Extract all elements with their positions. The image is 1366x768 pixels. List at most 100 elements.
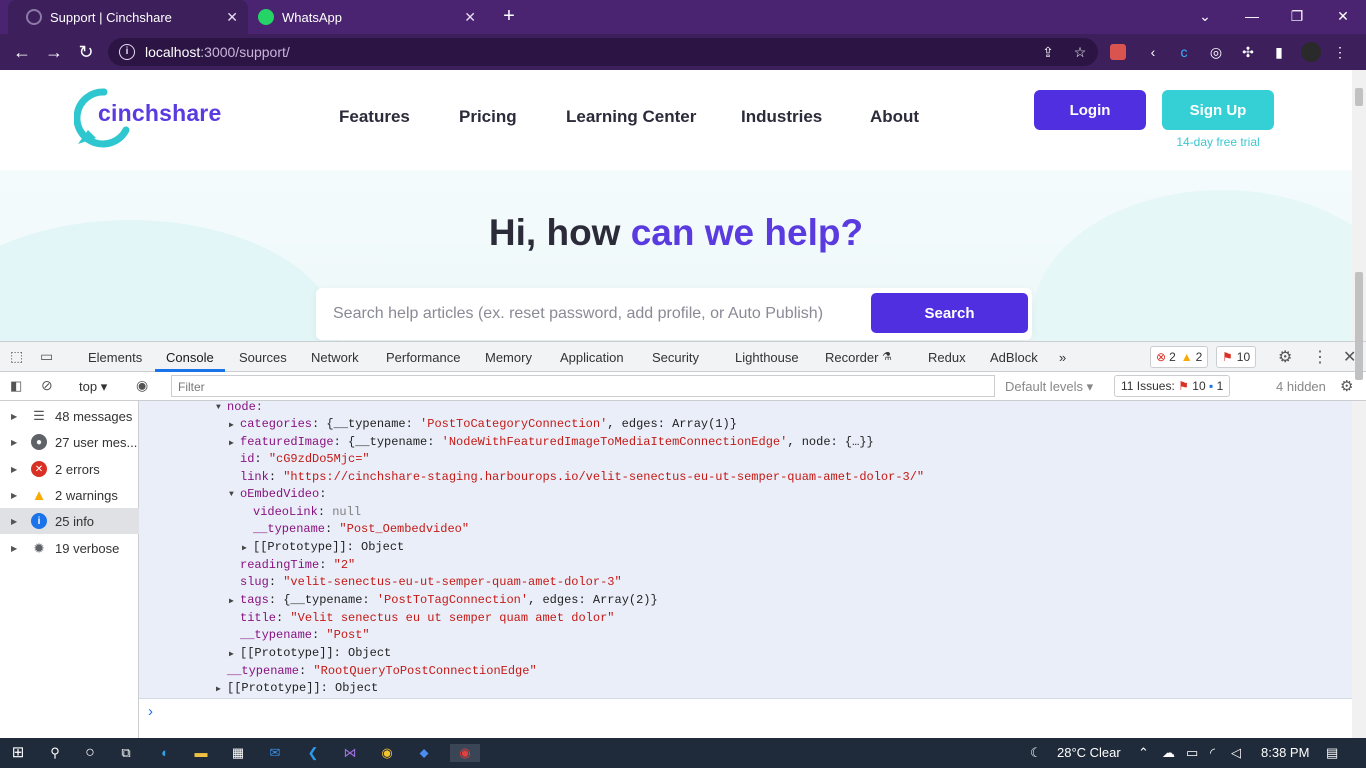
tab-search-dropdown-icon[interactable]: ⌄ — [1190, 4, 1220, 28]
console-settings-gear-icon[interactable]: ⚙ — [1340, 377, 1353, 395]
clear-console-icon[interactable]: ⊘ — [41, 377, 53, 394]
live-expression-eye-icon[interactable]: ◉ — [136, 377, 148, 394]
cloud-icon[interactable]: ☁ — [1162, 745, 1175, 761]
extension-target-icon[interactable]: ◎ — [1206, 42, 1226, 62]
minimize-button[interactable]: — — [1237, 4, 1267, 28]
menu-kebab-icon[interactable]: ⋮ — [1330, 42, 1350, 62]
store-icon[interactable]: ▦ — [229, 744, 247, 762]
share-icon[interactable]: ⇪ — [1038, 42, 1058, 62]
expand-arrow-icon[interactable]: ▶ — [229, 438, 234, 448]
console-filter-input[interactable]: Filter — [171, 375, 995, 397]
tab-sources[interactable]: Sources — [239, 350, 287, 365]
profile-avatar[interactable] — [1301, 42, 1321, 62]
side-panel-icon[interactable]: ▮ — [1269, 42, 1289, 62]
edge-icon[interactable]: ◐ — [156, 744, 174, 762]
tab-performance[interactable]: Performance — [386, 350, 460, 365]
nav-about[interactable]: About — [870, 107, 919, 127]
settings-gear-icon[interactable]: ⚙ — [1278, 347, 1292, 367]
task-view-icon[interactable]: ⧉ — [117, 744, 135, 762]
tab-adblock[interactable]: AdBlock — [990, 350, 1038, 365]
help-search-input[interactable] — [333, 288, 863, 340]
wifi-icon[interactable]: ◜ — [1210, 745, 1215, 761]
forward-icon[interactable]: → — [42, 40, 66, 64]
console-scrollbar[interactable] — [1352, 401, 1366, 739]
address-bar[interactable]: i localhost:3000/support/ — [108, 38, 1098, 66]
back-icon[interactable]: ← — [10, 40, 34, 64]
tab-lighthouse[interactable]: Lighthouse — [735, 350, 799, 365]
maps-icon[interactable]: ⬥ — [415, 744, 433, 762]
close-window-button[interactable]: ✕ — [1328, 4, 1358, 28]
reload-icon[interactable]: ↻ — [74, 40, 98, 64]
chrome-active-icon[interactable]: ◉ — [450, 744, 480, 762]
close-tab-icon[interactable]: ✕ — [226, 9, 238, 26]
signup-button[interactable]: Sign Up — [1162, 90, 1274, 130]
page-scrollbar-thumb[interactable] — [1355, 88, 1363, 106]
chrome-icon[interactable]: ◉ — [378, 744, 396, 762]
inspect-element-icon[interactable]: ⬚ — [10, 348, 23, 365]
tab-whatsapp[interactable]: WhatsApp ✕ — [250, 0, 486, 34]
extensions-puzzle-icon[interactable]: ✣ — [1238, 42, 1258, 62]
console-prompt[interactable]: › — [139, 698, 1352, 739]
site-info-icon[interactable]: i — [119, 44, 135, 60]
close-tab-icon[interactable]: ✕ — [464, 9, 476, 26]
notifications-icon[interactable]: ▤ — [1326, 745, 1338, 761]
nav-learning-center[interactable]: Learning Center — [566, 107, 696, 127]
windows-start-icon[interactable]: ⊞ — [9, 744, 27, 762]
sidebar-item-messages[interactable]: ▶ ☰ 48 messages — [0, 403, 139, 429]
nav-features[interactable]: Features — [339, 107, 410, 127]
file-explorer-icon[interactable]: ▬ — [192, 744, 210, 762]
weather-moon-icon[interactable]: ☾ — [1030, 745, 1042, 761]
clock-time[interactable]: 8:38 PM — [1261, 745, 1309, 760]
tab-console[interactable]: Console — [166, 350, 214, 365]
tab-recorder[interactable]: Recorder — [825, 350, 878, 365]
cortana-icon[interactable]: ○ — [81, 744, 99, 762]
tab-memory[interactable]: Memory — [485, 350, 532, 365]
console-scrollbar-thumb[interactable] — [1355, 272, 1363, 380]
nav-pricing[interactable]: Pricing — [459, 107, 517, 127]
vscode-icon[interactable]: ❮ — [304, 744, 322, 762]
expand-arrow-icon[interactable]: ▶ — [229, 596, 234, 606]
log-levels-dropdown[interactable]: Default levels ▾ — [1005, 379, 1093, 395]
sidebar-toggle-icon[interactable]: ◧ — [10, 378, 22, 394]
extension-arrow-icon[interactable]: ‹ — [1143, 42, 1163, 62]
nav-industries[interactable]: Industries — [741, 107, 822, 127]
login-button[interactable]: Login — [1034, 90, 1146, 130]
visual-studio-icon[interactable]: ⋈ — [341, 744, 359, 762]
expand-arrow-icon[interactable]: ▶ — [242, 543, 247, 553]
tab-support[interactable]: Support | Cinchshare ✕ — [8, 0, 248, 34]
tab-elements[interactable]: Elements — [88, 350, 142, 365]
tray-overflow-icon[interactable]: ⌃ — [1138, 745, 1149, 761]
search-icon[interactable]: ⚲ — [46, 744, 64, 762]
weather-text[interactable]: 28°C Clear — [1057, 745, 1121, 760]
collapse-arrow-icon[interactable]: ▼ — [216, 403, 221, 412]
extension-icon[interactable] — [1110, 44, 1126, 60]
bookmark-star-icon[interactable]: ☆ — [1070, 42, 1090, 62]
tab-redux[interactable]: Redux — [928, 350, 966, 365]
sidebar-item-user-messages[interactable]: ▶ ● 27 user mes... — [0, 429, 139, 455]
expand-arrow-icon[interactable]: ▶ — [229, 649, 234, 659]
sidebar-item-warnings[interactable]: ▶ ▲ 2 warnings — [0, 482, 139, 508]
context-selector[interactable]: top ▾ — [79, 379, 107, 395]
expand-arrow-icon[interactable]: ▶ — [229, 420, 234, 430]
battery-icon[interactable]: ▭ — [1186, 745, 1198, 761]
search-button[interactable]: Search — [871, 293, 1028, 333]
issues-counter[interactable]: 11 Issues: ⚑ 10 ▪ 1 — [1114, 375, 1231, 397]
error-warning-badge[interactable]: ⊗ 2 ▲ 2 — [1150, 346, 1209, 368]
mail-icon[interactable]: ✉ — [266, 744, 284, 762]
tab-application[interactable]: Application — [560, 350, 624, 365]
expand-arrow-icon[interactable]: ▶ — [216, 684, 221, 694]
sidebar-item-info[interactable]: ▶ i 25 info — [0, 508, 139, 534]
more-tabs-icon[interactable]: » — [1059, 350, 1066, 365]
issues-badge[interactable]: ⚑ 10 — [1216, 346, 1257, 368]
maximize-button[interactable]: ❐ — [1282, 4, 1312, 28]
new-tab-button[interactable]: + — [494, 4, 524, 28]
tab-network[interactable]: Network — [311, 350, 359, 365]
sidebar-item-errors[interactable]: ▶ ✕ 2 errors — [0, 456, 139, 482]
volume-icon[interactable]: ◁ — [1231, 745, 1241, 761]
collapse-arrow-icon[interactable]: ▼ — [229, 490, 234, 499]
devtools-menu-icon[interactable]: ⋮ — [1312, 347, 1328, 367]
device-toolbar-icon[interactable]: ▭ — [40, 348, 53, 365]
tab-security[interactable]: Security — [652, 350, 699, 365]
extension-c-icon[interactable]: c — [1174, 42, 1194, 62]
sidebar-item-verbose[interactable]: ▶ ✹ 19 verbose — [0, 535, 139, 561]
